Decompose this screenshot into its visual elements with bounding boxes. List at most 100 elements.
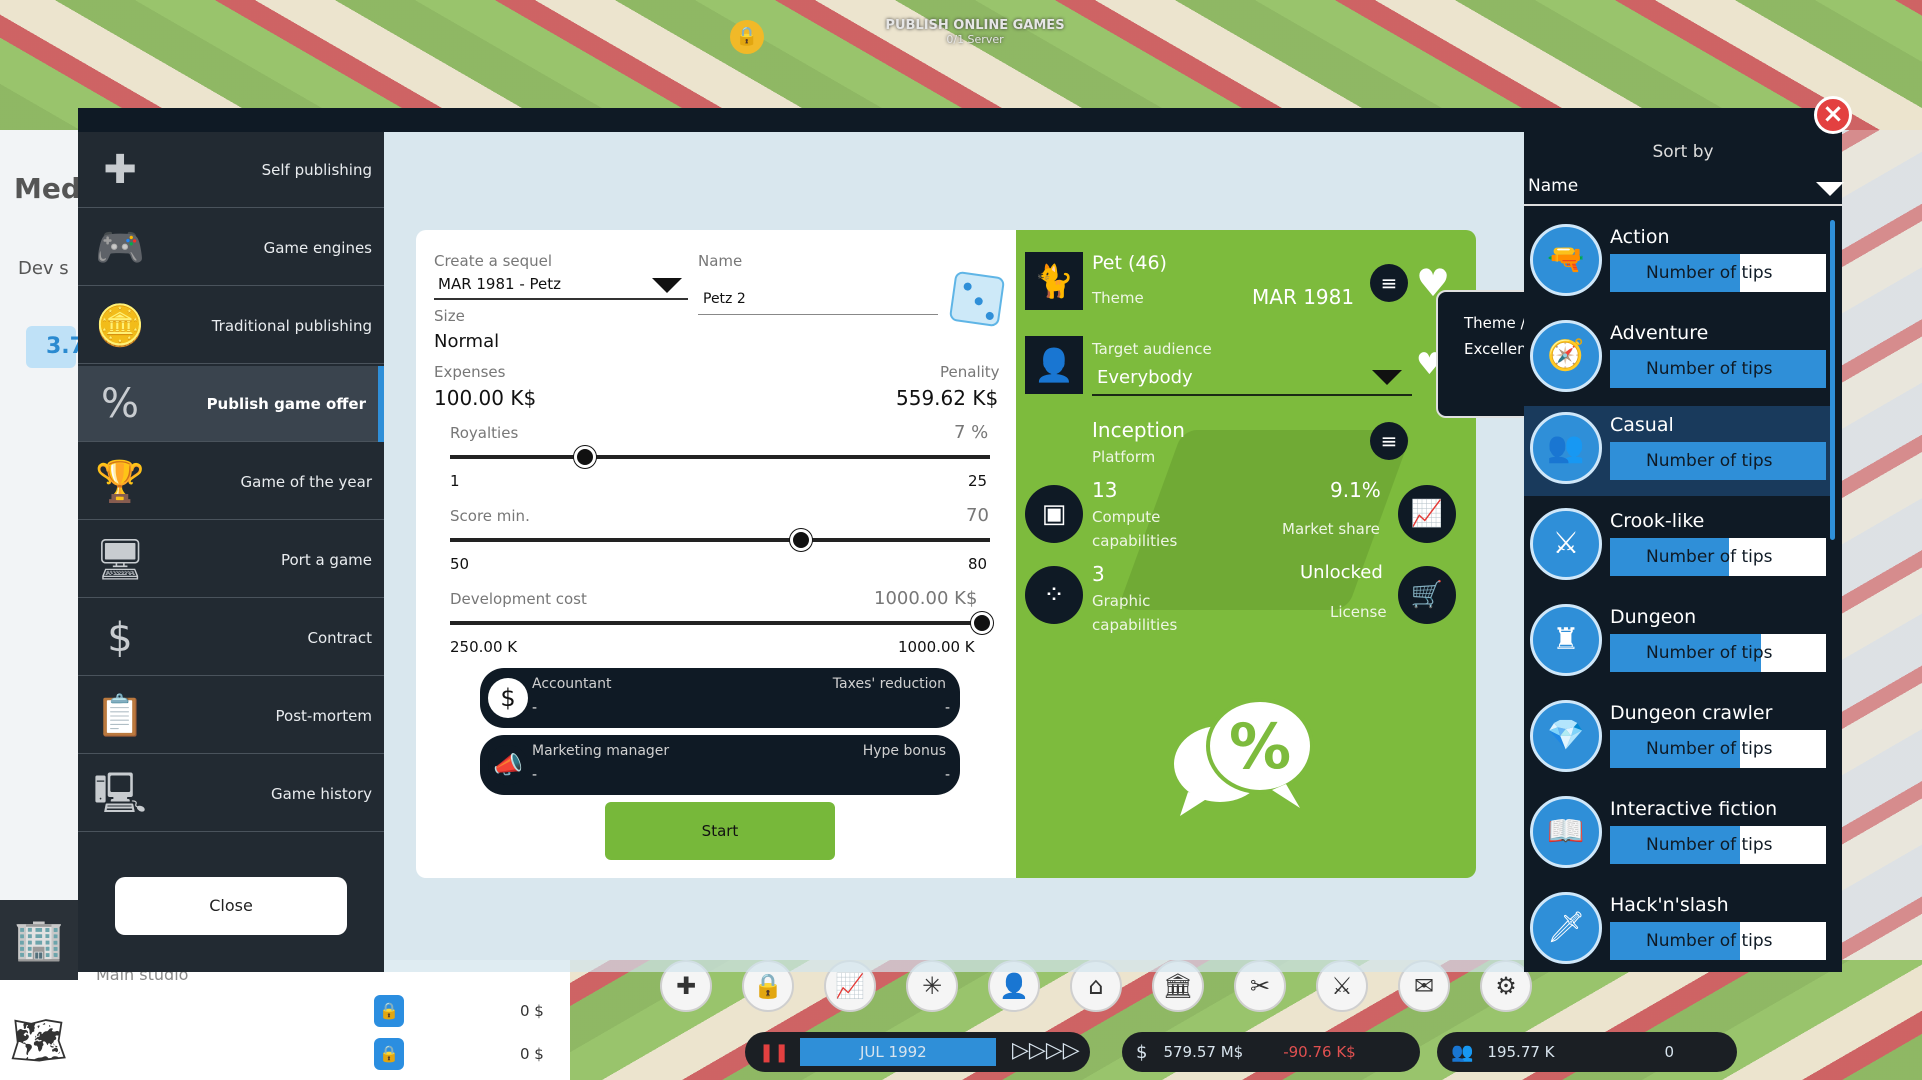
accountant-label: Accountant [532,676,612,692]
menu-game-history[interactable]: 🖳 Game history [78,756,384,832]
tips-bar: Number of tips [1610,826,1826,864]
menu-contract[interactable]: $ Contract [78,600,384,676]
license-value: Unlocked [1300,562,1383,583]
release-date: MAR 1981 [1252,285,1355,309]
chevron-down-icon[interactable] [1372,370,1402,385]
tips-bar-label: Number of tips [1646,835,1773,855]
chevron-down-icon[interactable] [652,278,682,293]
publish-online-banner[interactable]: PUBLISH ONLINE GAMES 0/1 Server [880,18,1070,46]
start-button[interactable]: Start [605,802,835,860]
graphic-label-2: capabilities [1092,616,1178,634]
svg-text:%: % [1229,710,1291,783]
dollar-coin-icon: $ [488,678,528,718]
menu-publish-game-offer[interactable]: % Publish game offer [78,366,384,442]
genre-name: Crook-like [1610,510,1705,532]
genre-item-dungeon[interactable]: ♜ Dungeon Number of tips [1524,598,1834,688]
percent-offer-icon: % [1174,698,1314,816]
marketing-label: Marketing manager [532,743,670,759]
menu-label: Post-mortem [275,706,372,725]
expenses-value: 100.00 K$ [434,386,537,410]
genre-name: Interactive fiction [1610,798,1778,820]
genre-item-hack-n-slash[interactable]: 🗡 Hack'n'slash Number of tips [1524,886,1834,976]
size-label: Size [434,307,465,325]
tips-bar-label: Number of tips [1646,263,1773,283]
menu-game-of-the-year[interactable]: 🏆 Game of the year [78,444,384,520]
devcost-slider-knob[interactable] [971,612,993,634]
royalties-slider-track[interactable] [450,455,990,459]
accountant-value: - [532,700,538,716]
graphic-grid-icon: ⁘ [1025,566,1083,624]
list-menu-icon[interactable]: ≡ [1370,264,1408,302]
menu-label: Traditional publishing [211,316,372,335]
penalty-label: Penality [940,363,1000,381]
city-building-icon[interactable]: 🏢 [0,900,78,980]
score-min-value: 70 [966,505,989,526]
menu-port-a-game[interactable]: 🖥 Port a game [78,522,384,598]
graphic-label-1: Graphic [1092,592,1151,610]
compass-icon: 🧭 [1530,320,1602,392]
random-name-dice-icon[interactable] [948,270,1006,328]
close-button[interactable]: Close [115,877,347,935]
fans-total: 195.77 K [1487,1043,1555,1061]
tips-bar: Number of tips [1610,634,1826,672]
lock-icon: 🔒 [374,1038,404,1070]
genre-item-action[interactable]: 🔫 Action Number of tips [1524,218,1834,308]
book-icon: 📖 [1530,796,1602,868]
score-min-label: Score min. [450,507,530,525]
score-slider-knob[interactable] [790,529,812,551]
sort-underline [1524,204,1842,206]
compute-value: 13 [1092,478,1118,502]
name-underline [698,314,938,315]
megaphone-icon: 📣 [488,745,528,785]
market-share-label: Market share [1282,520,1380,538]
crossed-swords-icon: ⚔ [1530,508,1602,580]
devcost-slider-track[interactable] [450,621,990,625]
score-slider-track[interactable] [450,538,990,542]
taxes-label: Taxes' reduction [832,676,946,692]
genre-item-dungeon-crawler[interactable]: 💎 Dungeon crawler Number of tips [1524,694,1834,784]
menu-label: Game history [270,784,372,803]
tower-icon: ♜ [1530,604,1602,676]
money-bar: $ 579.57 M$ -90.76 K$ [1122,1032,1420,1072]
marketing-row[interactable]: 📣 Marketing manager Hype bonus - - [480,735,960,795]
speed-arrows-icon[interactable]: ▷▷▷▷ [1012,1038,1080,1063]
devcost-min: 250.00 K [450,638,518,656]
genre-list-scrollbar[interactable] [1830,220,1835,540]
map-icon[interactable]: 🗺 [0,1000,78,1080]
genre-item-casual[interactable]: 👥 Casual Number of tips [1524,406,1834,496]
genre-item-interactive-fiction[interactable]: 📖 Interactive fiction Number of tips [1524,790,1834,880]
sort-select[interactable]: Name [1528,176,1578,196]
menu-self-publishing[interactable]: ✚ Self publishing [78,132,384,208]
tips-bar: Number of tips [1610,538,1826,576]
menu-post-mortem[interactable]: 📋 Post-mortem [78,678,384,754]
tips-bar-label: Number of tips [1646,643,1773,663]
left-panel-dev: Dev s [18,258,69,279]
menu-label: Game of the year [240,472,373,491]
theme-label: Theme [1092,289,1144,307]
name-input[interactable]: Petz 2 [703,291,746,307]
genre-item-adventure[interactable]: 🧭 Adventure Number of tips [1524,314,1834,404]
close-icon[interactable]: × [1814,96,1852,134]
plus-icon: ✚ [103,147,137,193]
compute-label-2: capabilities [1092,532,1178,550]
genre-item-crook-like[interactable]: ⚔ Crook-like Number of tips [1524,502,1834,592]
money-value: 0 $ [520,1002,544,1020]
gun-icon: 🔫 [1530,224,1602,296]
chevron-down-icon[interactable] [1816,182,1844,196]
menu-traditional-publishing[interactable]: 🪙 Traditional publishing [78,288,384,364]
accountant-row[interactable]: $ Accountant Taxes' reduction - - [480,668,960,728]
menu-game-engines[interactable]: 🎮 Game engines [78,210,384,286]
audience-select[interactable]: Everybody [1097,367,1193,388]
list-menu-icon[interactable]: ≡ [1370,422,1408,460]
sequel-select[interactable]: MAR 1981 - Petz [438,275,561,293]
menu-label: Publish game offer [206,394,366,413]
trophy-icon: 🏆 [95,459,145,505]
royalties-slider-knob[interactable] [574,446,596,468]
fans-icon: 👥 [1451,1041,1474,1063]
pause-icon[interactable]: ❚❚ [759,1042,789,1063]
genre-name: Action [1610,226,1670,248]
tips-bar-label: Number of tips [1646,931,1773,951]
fans-extra: 0 [1664,1043,1675,1061]
money-value: 0 $ [520,1045,544,1063]
money-delta: -90.76 K$ [1283,1043,1356,1061]
